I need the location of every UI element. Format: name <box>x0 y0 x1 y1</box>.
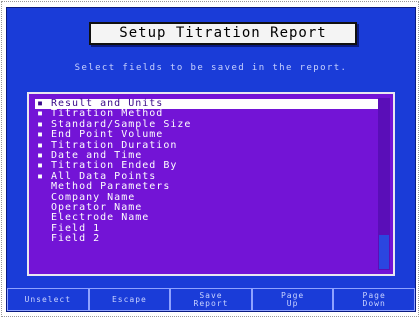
field-label: Operator Name <box>51 201 143 213</box>
field-label: Result and Units <box>51 98 164 109</box>
page-up-button[interactable]: Page Up <box>251 288 334 311</box>
selected-marker-icon: ▪ <box>37 170 45 182</box>
field-label: Field 2 <box>51 233 101 245</box>
field-label: Standard/Sample Size <box>51 118 192 130</box>
field-label: End Point Volume <box>51 129 164 141</box>
field-label: Titration Ended By <box>51 160 178 172</box>
softkey-label-line1: Escape <box>111 294 147 304</box>
field-label: Company Name <box>51 191 136 203</box>
titrator-screen: Setup Titration Report Select fields to … <box>6 7 416 312</box>
field-label: Titration Method <box>51 108 164 120</box>
unselect-button[interactable]: Unselect <box>7 288 89 311</box>
field-label: All Data Points <box>51 170 157 182</box>
instruction-text: Select fields to be saved in the report. <box>74 63 348 73</box>
field-list-item[interactable]: Field 2 <box>35 233 379 245</box>
field-label: Field 1 <box>51 222 101 234</box>
save-report-button[interactable]: Save Report <box>170 288 252 311</box>
field-label: Method Parameters <box>51 181 171 193</box>
field-list-panel: ▪ Result and Units ▪ Titration Method ▪ Stand… <box>27 92 395 276</box>
page-down-button[interactable]: Page Down <box>333 288 415 311</box>
softkey-bar: Unselect Escape Save Report Page Up Page Down <box>7 288 415 311</box>
list-scrollbar[interactable] <box>378 98 390 270</box>
field-label: Electrode Name <box>51 212 150 224</box>
field-list: ▪ Result and Units ▪ Titration Method ▪ Stand… <box>35 98 379 245</box>
scrollbar-thumb[interactable] <box>379 235 389 269</box>
window-title: Setup Titration Report <box>89 22 357 45</box>
softkey-label-line2: Report <box>193 298 229 308</box>
field-label: Titration Duration <box>51 139 178 151</box>
softkey-label-line1: Unselect <box>24 294 72 304</box>
softkey-label-line2: Up <box>286 298 299 308</box>
escape-button[interactable]: Escape <box>88 288 171 311</box>
softkey-label-line2: Down <box>362 298 386 308</box>
field-label: Date and Time <box>51 149 143 161</box>
